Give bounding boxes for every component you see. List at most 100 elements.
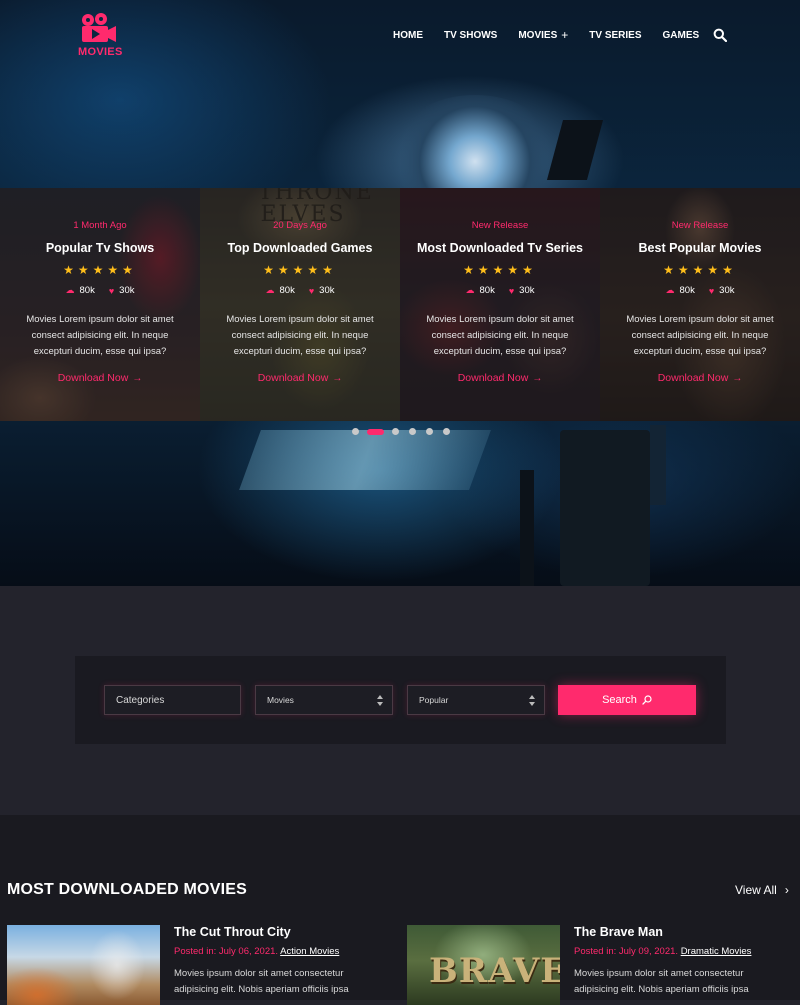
carousel-card[interactable]: New Release Most Downloaded Tv Series ★★…: [400, 188, 600, 421]
select-arrows-icon: [529, 695, 535, 706]
sort-select-value: Popular: [419, 695, 449, 705]
search-button[interactable]: Search: [558, 685, 696, 715]
card-tag: New Release: [471, 220, 529, 231]
site-logo[interactable]: MOVIES: [78, 12, 123, 58]
download-count: 80k: [79, 285, 95, 296]
card-stats: ☁ 80k ♥ 30k: [0, 285, 200, 296]
movie-description: Movies ipsum dolor sit amet consectetur …: [574, 968, 749, 995]
movie-meta: Posted in: July 06, 2021. Action Movies: [174, 946, 389, 957]
download-now-link[interactable]: Download Now →: [458, 372, 543, 384]
carousel-card[interactable]: THRONE ELVES 20 Days Ago Top Downloaded …: [200, 188, 400, 421]
camera-handle: [650, 425, 666, 505]
rating-stars: ★★★★★: [63, 263, 137, 277]
movie-meta: Posted in: July 09, 2021. Dramatic Movie…: [574, 946, 789, 957]
carousel-dot[interactable]: [426, 428, 433, 435]
categories-placeholder: Categories: [116, 694, 165, 706]
search-icon: [642, 695, 652, 705]
movie-genre-link[interactable]: Dramatic Movies: [681, 946, 752, 957]
movie-genre-link[interactable]: Action Movies: [280, 946, 339, 957]
card-description: Movies Lorem ipsum dolor sit amet consec…: [226, 314, 374, 357]
arrow-right-icon: →: [732, 372, 743, 384]
download-cloud-icon: ☁: [65, 285, 75, 295]
nav-movies-label: MOVIES: [518, 29, 558, 41]
view-all-link[interactable]: View All ›: [735, 883, 789, 897]
nav-movies[interactable]: MOVIES +: [518, 28, 568, 42]
logo-text: MOVIES: [78, 46, 123, 58]
card-title: Top Downloaded Games: [227, 241, 373, 255]
download-now-link[interactable]: Download Now →: [658, 372, 743, 384]
studio-light-arm: [546, 120, 604, 180]
download-now-label: Download Now: [457, 372, 529, 384]
hero-banner: MOVIES HOME TV SHOWS MOVIES + TV SERIES G…: [0, 0, 800, 586]
card-stats: ☁ 80k ♥ 30k: [600, 285, 800, 296]
sort-select[interactable]: Popular: [407, 685, 545, 715]
card-stats: ☁ 80k ♥ 30k: [200, 285, 400, 296]
carousel-dot[interactable]: [443, 428, 450, 435]
smoke-graphic: [239, 430, 491, 490]
card-title: Most Downloaded Tv Series: [416, 241, 583, 255]
carousel-card[interactable]: 1 Month Ago Popular Tv Shows ★★★★★ ☁ 80k …: [0, 188, 200, 421]
card-description: Movies Lorem ipsum dolor sit amet consec…: [626, 314, 774, 357]
nav-tv-series[interactable]: TV SERIES: [589, 30, 641, 41]
nav-tv-shows[interactable]: TV SHOWS: [444, 30, 497, 41]
download-count: 80k: [279, 285, 295, 296]
card-tag: New Release: [671, 220, 729, 231]
movie-posted-date: Posted in: July 06, 2021.: [174, 946, 279, 957]
view-all-label: View All: [735, 883, 777, 897]
search-button-label: Search: [602, 694, 637, 706]
carousel-dot[interactable]: [352, 428, 359, 435]
nav-games[interactable]: GAMES: [663, 30, 700, 41]
heart-icon: ♥: [508, 285, 515, 296]
carousel-dot-active[interactable]: [367, 428, 384, 435]
download-cloud-icon: ☁: [265, 285, 275, 295]
heart-icon: ♥: [708, 285, 715, 296]
nav-games-label: GAMES: [662, 29, 700, 41]
download-cloud-icon: ☁: [665, 285, 675, 295]
carousel-dot[interactable]: [392, 428, 399, 435]
card-title: Popular Tv Shows: [45, 241, 155, 255]
carousel-dots: [352, 428, 460, 435]
movie-title[interactable]: The Cut Throut City: [174, 925, 389, 939]
movie-poster[interactable]: BRAVE: [407, 925, 560, 1005]
card-description: Movies Lorem ipsum dolor sit amet consec…: [426, 314, 574, 357]
download-now-label: Download Now: [57, 372, 129, 384]
type-select-value: Movies: [267, 695, 294, 705]
chevron-right-icon: ›: [784, 883, 789, 897]
arrow-right-icon: →: [132, 372, 143, 384]
film-camera-icon: [82, 13, 116, 42]
section-title: MOST DOWNLOADED MOVIES: [7, 881, 247, 898]
movie-poster[interactable]: [7, 925, 160, 1005]
card-description: Movies Lorem ipsum dolor sit amet consec…: [26, 314, 174, 357]
download-count: 80k: [679, 285, 695, 296]
search-panel: Categories Movies Popular Search: [75, 656, 726, 744]
type-select[interactable]: Movies: [255, 685, 393, 715]
plus-icon[interactable]: +: [561, 28, 568, 42]
camera-body: [560, 430, 650, 586]
arrow-right-icon: →: [332, 372, 343, 384]
select-arrows-icon: [377, 695, 383, 706]
categories-input[interactable]: Categories: [104, 685, 241, 715]
download-cloud-icon: ☁: [465, 285, 475, 295]
search-icon[interactable]: [713, 28, 727, 42]
main-nav: HOME TV SHOWS MOVIES + TV SERIES GAMES: [393, 28, 720, 42]
download-now-link[interactable]: Download Now →: [58, 372, 143, 384]
like-count: 30k: [319, 285, 335, 296]
nav-home[interactable]: HOME: [393, 30, 423, 41]
studio-light-graphic: [400, 95, 550, 190]
download-now-label: Download Now: [257, 372, 329, 384]
movie-title[interactable]: The Brave Man: [574, 925, 789, 939]
heart-icon: ♥: [108, 285, 115, 296]
card-title: Best Popular Movies: [638, 241, 762, 255]
poster-title-text: BRAVE: [429, 951, 560, 991]
nav-home-label: HOME: [393, 29, 423, 41]
heart-icon: ♥: [308, 285, 315, 296]
card-stats: ☁ 80k ♥ 30k: [400, 285, 600, 296]
like-count: 30k: [519, 285, 535, 296]
download-now-link[interactable]: Download Now →: [258, 372, 343, 384]
carousel-dot[interactable]: [409, 428, 416, 435]
nav-tv-shows-label: TV SHOWS: [444, 29, 498, 41]
arrow-right-icon: →: [532, 372, 543, 384]
carousel-card[interactable]: New Release Best Popular Movies ★★★★★ ☁ 8…: [600, 188, 800, 421]
movie-item[interactable]: The Cut Throut City Posted in: July 06, …: [7, 925, 397, 1005]
movie-item[interactable]: BRAVE The Brave Man Posted in: July 09, …: [407, 925, 797, 1005]
